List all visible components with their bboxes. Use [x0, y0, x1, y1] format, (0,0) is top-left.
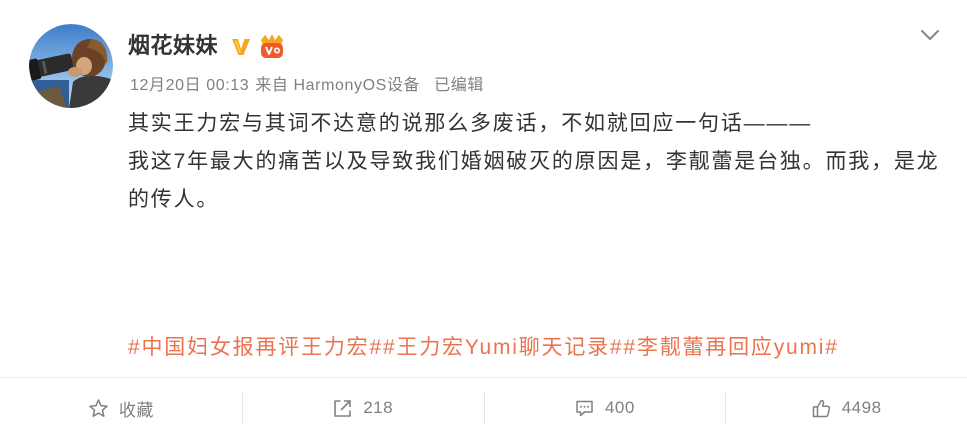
comment-icon	[576, 400, 593, 416]
topic-link[interactable]: #李靓蕾再回应yumi#	[623, 336, 838, 359]
post-content: 其实王力宏与其词不达意的说那么多废话，不如就回应一句话——— 我这7年最大的痛苦…	[128, 105, 939, 219]
favorite-label: 收藏	[118, 400, 154, 420]
share-icon	[334, 399, 351, 417]
edited-label[interactable]: 已编辑	[434, 74, 484, 98]
post-source: 来自 HarmonyOS设备	[255, 77, 421, 94]
like-button[interactable]: 4498	[725, 378, 967, 438]
topic-link[interactable]: #中国妇女报再评王力宏#	[128, 336, 383, 359]
avatar[interactable]	[29, 24, 113, 108]
share-button[interactable]: 218	[241, 378, 484, 438]
action-bar: 收藏 218 400 4498	[0, 378, 967, 438]
username[interactable]: 烟花妹妹	[128, 32, 218, 60]
post-timestamp[interactable]: 12月20日 00:13	[130, 74, 249, 98]
comment-count: 400	[604, 398, 635, 417]
post-content-line: 的传人。	[128, 188, 220, 211]
comment-button[interactable]: 400	[483, 378, 726, 438]
chevron-down-icon[interactable]	[919, 27, 941, 43]
like-count: 4498	[841, 398, 882, 417]
topic-link[interactable]: #王力宏Yumi聊天记录#	[383, 336, 623, 359]
post-content-line: 其实王力宏与其词不达意的说那么多废话，不如就回应一句话———	[128, 112, 812, 135]
post-meta: 12月20日 00:13 来自 HarmonyOS设备 已编辑	[130, 74, 484, 98]
star-icon	[89, 398, 108, 417]
verified-v-icon[interactable]	[230, 36, 252, 58]
topic-tags: #中国妇女报再评王力宏##王力宏Yumi聊天记录##李靓蕾再回应yumi#	[128, 332, 839, 364]
post-content-line: 我这7年最大的痛苦以及导致我们婚姻破灭的原因是，李靓蕾是台独。而我，是龙	[128, 150, 940, 173]
like-icon	[812, 399, 830, 417]
weibo-post-card: 烟花妹妹 12月20日 00:13 来自 HarmonyOS设备 已编辑 其实王力宏…	[0, 0, 967, 438]
share-count: 218	[363, 398, 394, 417]
favorite-button[interactable]: 收藏	[0, 378, 242, 438]
vip-member-icon[interactable]	[257, 32, 287, 60]
avatar-photo	[29, 24, 113, 108]
